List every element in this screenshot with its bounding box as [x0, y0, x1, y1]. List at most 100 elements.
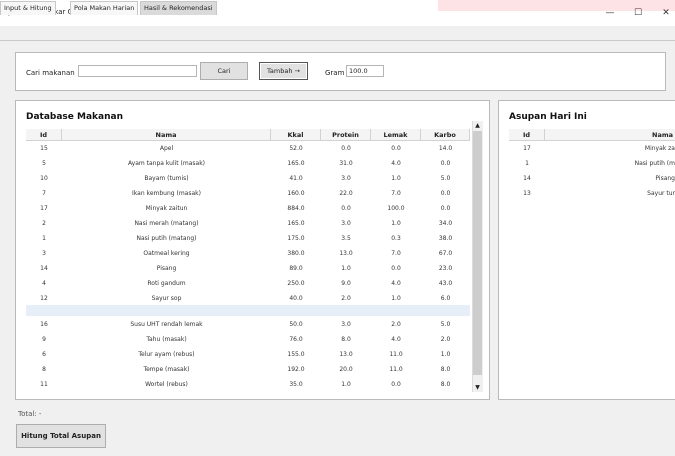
- cell-lemak: 100.0: [387, 205, 405, 212]
- cell-protein: 1.0: [341, 265, 351, 272]
- cell-kkal: 165.0: [287, 160, 305, 167]
- table-row[interactable]: 8 Tempe (masak) 192.0 20.0 11.0 8.0: [26, 362, 470, 377]
- intake-col-header-nama[interactable]: Nama: [545, 129, 675, 141]
- intake-cell-id: 13: [523, 190, 531, 197]
- search-input[interactable]: [78, 65, 197, 77]
- cell-kkal: 884.0: [287, 205, 305, 212]
- cell-lemak: 0.3: [391, 235, 401, 242]
- add-button[interactable]: Tambah →: [259, 62, 308, 80]
- cell-protein: 20.0: [339, 366, 353, 373]
- cell-id: 10: [40, 175, 48, 182]
- database-table-header: Id Nama Kkal Protein Lemak Karbo: [26, 129, 470, 141]
- intake-row[interactable]: 14 Pisang: [509, 171, 675, 186]
- scroll-up-arrow[interactable]: ▲: [473, 121, 482, 130]
- minimize-button[interactable]: —: [599, 6, 621, 20]
- table-row[interactable]: 3 Oatmeal kering 380.0 13.0 7.0 67.0: [26, 246, 470, 261]
- cell-nama: Ikan kembung (masak): [132, 190, 201, 197]
- calculate-total-button[interactable]: Hitung Total Asupan: [16, 424, 106, 448]
- cell-karbo: 0.0: [440, 160, 451, 167]
- table-row[interactable]: 17 Minyak zaitun 884.0 0.0 100.0 0.0: [26, 201, 470, 216]
- cell-protein: 3.0: [341, 220, 351, 227]
- cell-protein: 13.0: [339, 351, 353, 358]
- cell-lemak: 4.0: [391, 336, 401, 343]
- cell-protein: 8.0: [341, 336, 351, 343]
- intake-cell-nama: Minyak za: [644, 145, 675, 152]
- cell-id: 5: [42, 160, 46, 167]
- cell-id: 1: [42, 235, 46, 242]
- scroll-down-arrow[interactable]: ▼: [473, 383, 482, 392]
- table-row[interactable]: 7 Ikan kembung (masak) 160.0 22.0 7.0 0.0: [26, 186, 470, 201]
- cell-kkal: 35.0: [289, 381, 303, 388]
- cell-karbo: 34.0: [438, 220, 453, 227]
- intake-title: Asupan Hari Ini: [509, 112, 587, 122]
- cell-kkal: 192.0: [287, 366, 305, 373]
- tab-divider: [0, 40, 675, 41]
- table-row[interactable]: 10 Bayam (tumis) 41.0 3.0 1.0 5.0: [26, 171, 470, 186]
- cell-lemak: 0.0: [391, 381, 401, 388]
- cell-protein: 9.0: [341, 280, 351, 287]
- table-row[interactable]: 6 Telur ayam (rebus) 155.0 13.0 11.0 1.0: [26, 347, 470, 362]
- table-row[interactable]: 5 Ayam tanpa kulit (masak) 165.0 31.0 4.0 0.0: [26, 156, 470, 171]
- table-row[interactable]: 12 Sayur sop 40.0 2.0 1.0 6.0: [26, 291, 470, 306]
- table-row[interactable]: 1 Nasi putih (matang) 175.0 3.5 0.3 38.0: [26, 231, 470, 246]
- intake-row[interactable]: 1 Nasi putih (m: [509, 156, 675, 171]
- cell-nama: Susu UHT rendah lemak: [130, 321, 203, 328]
- cell-karbo: 2.0: [440, 336, 451, 343]
- cell-kkal: 76.0: [289, 336, 303, 343]
- table-row[interactable]: 11 Wortel (rebus) 35.0 1.0 0.0 8.0: [26, 377, 470, 392]
- cell-id: 9: [42, 336, 46, 343]
- cell-karbo: 0.0: [440, 190, 451, 197]
- tab-hasil-rekomendasi[interactable]: Hasil & Rekomendasi: [140, 1, 217, 15]
- cell-nama: Bayam (tumis): [144, 175, 189, 182]
- gram-input[interactable]: 100.0: [346, 65, 384, 77]
- cell-id: 3: [42, 250, 46, 257]
- cell-protein: 13.0: [339, 250, 353, 257]
- search-button[interactable]: Cari: [200, 62, 248, 80]
- table-row[interactable]: 15 Apel 52.0 0.0 0.0 14.0: [26, 141, 470, 156]
- cell-nama: Apel: [159, 145, 174, 152]
- cell-karbo: 8.0: [440, 366, 451, 373]
- cell-protein: 0.0: [341, 205, 351, 212]
- table-row[interactable]: 2 Nasi merah (matang) 165.0 3.0 1.0 34.0: [26, 216, 470, 231]
- tab-input-hitung[interactable]: Input & Hitung: [0, 1, 56, 15]
- cell-kkal: 40.0: [289, 295, 303, 302]
- cell-nama: Nasi merah (matang): [134, 220, 199, 227]
- table-row[interactable]: 16 Susu UHT rendah lemak 50.0 3.0 2.0 5.0: [26, 317, 470, 332]
- cell-karbo: 8.0: [440, 381, 451, 388]
- cell-protein: 3.0: [341, 321, 351, 328]
- cell-id: 4: [42, 280, 46, 287]
- intake-cell-id: 1: [525, 160, 529, 167]
- cell-nama: Tempe (masak): [143, 366, 190, 373]
- table-row[interactable]: 4 Roti gandum 250.0 9.0 4.0 43.0: [26, 276, 470, 291]
- cell-protein: 3.0: [341, 175, 351, 182]
- cell-id: 8: [42, 366, 46, 373]
- cell-kkal: 41.0: [289, 175, 303, 182]
- col-header-id[interactable]: Id: [26, 129, 62, 141]
- col-header-karbo[interactable]: Karbo: [421, 129, 470, 141]
- tab-pola-makan[interactable]: Pola Makan Harian: [70, 1, 139, 15]
- cell-kkal: 160.0: [287, 190, 305, 197]
- col-header-nama[interactable]: Nama: [62, 129, 271, 141]
- database-scroll-thumb[interactable]: [473, 131, 482, 375]
- cell-id: 6: [42, 351, 46, 358]
- cell-protein: 31.0: [339, 160, 353, 167]
- gram-label: Gram: [325, 69, 345, 77]
- selected-row[interactable]: [26, 305, 470, 316]
- table-row[interactable]: 14 Pisang 89.0 1.0 0.0 23.0: [26, 261, 470, 276]
- cell-karbo: 5.0: [440, 321, 451, 328]
- col-header-lemak[interactable]: Lemak: [371, 129, 421, 141]
- table-row[interactable]: 9 Tahu (masak) 76.0 8.0 4.0 2.0: [26, 332, 470, 347]
- intake-col-header-id[interactable]: Id: [509, 129, 545, 141]
- maximize-button[interactable]: ☐: [627, 6, 649, 20]
- total-text: Total: -: [18, 410, 42, 418]
- col-header-kkal[interactable]: Kkal: [271, 129, 321, 141]
- cell-nama: Ayam tanpa kulit (masak): [127, 160, 206, 167]
- cell-lemak: 1.0: [391, 175, 401, 182]
- intake-row[interactable]: 13 Sayur tur: [509, 186, 675, 201]
- close-button[interactable]: ✕: [655, 6, 675, 20]
- cell-protein: 3.5: [341, 235, 351, 242]
- cell-protein: 2.0: [341, 295, 351, 302]
- intake-row[interactable]: 17 Minyak za: [509, 141, 675, 156]
- cell-karbo: 1.0: [440, 351, 451, 358]
- col-header-protein[interactable]: Protein: [321, 129, 371, 141]
